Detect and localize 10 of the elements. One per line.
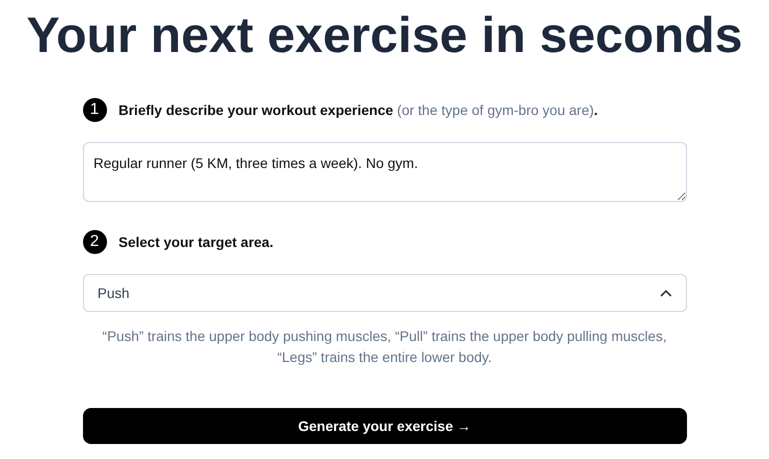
target-area-select[interactable]: Push (82, 274, 686, 312)
experience-input[interactable]: Regular runner (5 KM, three times a week). No gym. (82, 142, 686, 202)
step-label: Select your target area. (118, 234, 274, 250)
help-text: “Push” trains the upper body pushing muscles, “Pull” trains the upper body pulling muscles, “Legs” trains the entire lower body. (101, 327, 668, 367)
page-title: Your next exercise in seconds (26, 6, 743, 65)
generate-button[interactable]: Generate your exercise → (82, 408, 686, 444)
chevron-up-icon (660, 289, 672, 297)
step-number: 2 (82, 230, 106, 254)
step-label: Briefly describe your workout experience (or the type of gym-bro you are). (118, 102, 598, 118)
step-number: 1 (82, 98, 106, 122)
